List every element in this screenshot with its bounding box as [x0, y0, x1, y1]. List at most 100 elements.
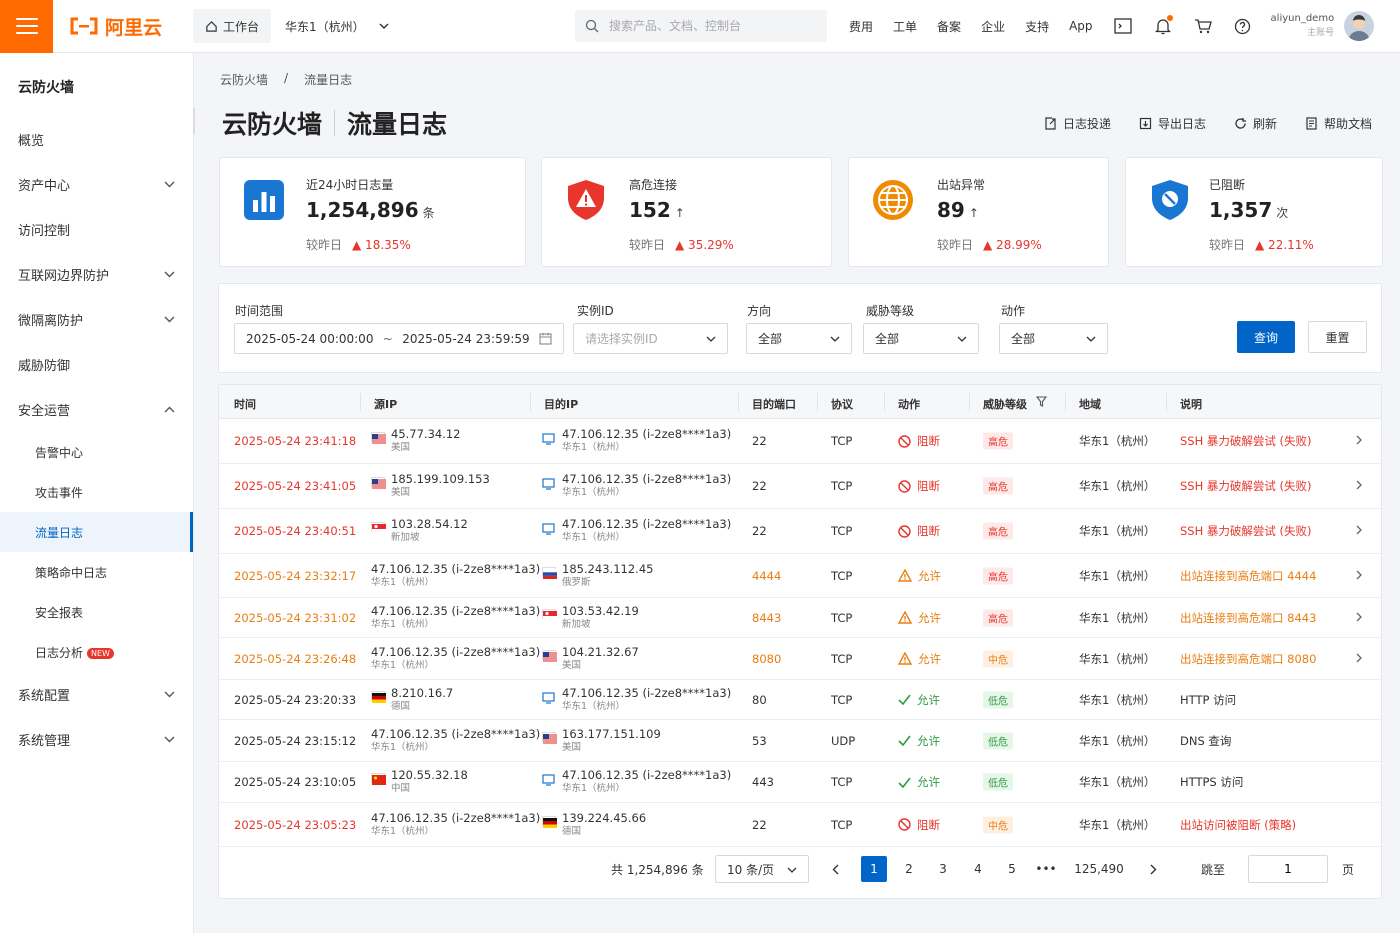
reset-button[interactable]: 重置 [1308, 321, 1367, 353]
table-row[interactable]: 2025-05-24 23:15:12 47.106.12.35 (i-2ze8*… [219, 720, 1381, 762]
expand-toggle [164, 732, 175, 747]
sidebar-item[interactable]: 日志分析 NEW [0, 632, 193, 672]
terminal-icon[interactable] [1111, 14, 1135, 38]
instance-select[interactable]: 请选择实例ID [573, 323, 728, 354]
help-icon[interactable] [1231, 14, 1255, 38]
notification-bell-icon[interactable] [1151, 14, 1175, 38]
top-nav-item[interactable]: 费用 [849, 18, 873, 35]
menu-icon[interactable] [0, 0, 53, 53]
sidebar-item[interactable]: 策略命中日志 [0, 552, 193, 592]
table-row[interactable]: 2025-05-24 23:41:05 185.199.109.153 美国 47.1… [219, 464, 1381, 509]
table-row[interactable]: 2025-05-24 23:20:33 8.210.16.7 德国 47.106.12… [219, 680, 1381, 720]
top-nav-item[interactable]: 支持 [1025, 18, 1049, 35]
instance-label: 实例ID [577, 304, 614, 318]
sidebar-item[interactable]: 安全报表 [0, 592, 193, 632]
protocol: TCP [831, 692, 853, 707]
page-number[interactable]: 4 [965, 856, 991, 882]
column-header: 目的端口 [752, 398, 796, 411]
block-icon [898, 434, 911, 448]
export-icon [1139, 117, 1152, 130]
chevron-right-icon[interactable] [1356, 569, 1363, 583]
prev-page-button[interactable] [823, 856, 847, 882]
aliyun-logo[interactable]: 阿里云 [69, 13, 183, 40]
header-actions: 日志投递 导出日志 刷新 帮助文档 [1044, 115, 1372, 132]
time-range-picker[interactable]: 2025-05-24 00:00:00 ~ 2025-05-24 23:59:5… [234, 323, 564, 354]
host-icon [542, 774, 555, 789]
shield-alert-icon [568, 180, 604, 220]
query-button[interactable]: 查询 [1237, 321, 1295, 353]
chevron-right-icon[interactable] [1356, 652, 1363, 666]
page-ellipsis[interactable]: ••• [1033, 856, 1059, 882]
sidebar-item[interactable]: 资产中心 [0, 162, 193, 207]
top-nav-item[interactable]: App [1069, 19, 1092, 33]
log-delivery-button[interactable]: 日志投递 [1044, 115, 1111, 132]
sidebar-item[interactable]: 安全运营 [0, 387, 193, 432]
page-size-select[interactable]: 10 条/页 [715, 855, 809, 883]
refresh-button[interactable]: 刷新 [1234, 115, 1277, 132]
chevron-right-icon[interactable] [1356, 479, 1363, 493]
sidebar-item[interactable]: 攻击事件 [0, 472, 193, 512]
table-row[interactable]: 2025-05-24 23:05:23 47.106.12.35 (i-2ze8*… [219, 803, 1381, 847]
card-unit: 次 [1276, 206, 1289, 220]
breadcrumb-item[interactable]: 流量日志 [304, 71, 352, 88]
column-header: 动作 [898, 398, 920, 411]
sidebar-item[interactable]: 流量日志 [0, 512, 193, 552]
log-time: 2025-05-24 23:10:05 [234, 775, 357, 789]
sidebar-item[interactable]: 概览 [0, 117, 193, 162]
sidebar-item[interactable]: 互联网边界防护 [0, 252, 193, 297]
table-row[interactable]: 2025-05-24 23:26:48 47.106.12.35 (i-2ze8*… [219, 638, 1381, 680]
workspace-button[interactable]: 工作台 [193, 9, 272, 43]
ip-location: 华东1（杭州） [371, 618, 435, 630]
export-log-button[interactable]: 导出日志 [1139, 115, 1206, 132]
sidebar-item[interactable]: 威胁防御 [0, 342, 193, 387]
protocol: TCP [831, 568, 853, 583]
page-number[interactable]: 1 [861, 856, 887, 882]
sidebar-item[interactable]: 系统配置 [0, 672, 193, 717]
action-status: 阻断 [898, 523, 940, 539]
threat-level-select[interactable]: 全部 [863, 323, 979, 354]
filter-icon[interactable] [1035, 396, 1048, 410]
source-ip: 103.28.54.12 新加坡 [371, 517, 468, 545]
sidebar-item[interactable]: 访问控制 [0, 207, 193, 252]
sidebar-item[interactable]: 告警中心 [0, 432, 193, 472]
column-divider [1065, 393, 1066, 411]
sidebar-item[interactable]: 微隔离防护 [0, 297, 193, 342]
avatar[interactable] [1344, 11, 1375, 41]
search-input[interactable] [609, 19, 810, 33]
sidebar-item[interactable]: 系统管理 [0, 717, 193, 762]
page-title-product: 云防火墙 [222, 110, 323, 139]
table-row[interactable]: 2025-05-24 23:10:05 120.55.32.18 中国 47.106.… [219, 762, 1381, 803]
chevron-right-icon[interactable] [1356, 434, 1363, 448]
direction-select[interactable]: 全部 [746, 323, 852, 354]
action-select[interactable]: 全部 [999, 323, 1108, 354]
chevron-right-icon[interactable] [1356, 611, 1363, 625]
top-nav-item[interactable]: 备案 [937, 18, 961, 35]
ip-location: 华东1（杭州） [371, 659, 435, 671]
breadcrumb-item[interactable]: 云防火墙 [220, 71, 268, 88]
protocol: TCP [831, 817, 853, 832]
chevron-right-icon[interactable] [1356, 524, 1363, 538]
table-row[interactable]: 2025-05-24 23:40:51 103.28.54.12 新加坡 47.106… [219, 509, 1381, 554]
table-row[interactable]: 2025-05-24 23:31:02 47.106.12.35 (i-2ze8*… [219, 598, 1381, 638]
page-number[interactable]: 3 [930, 856, 956, 882]
page-number[interactable]: 5 [999, 856, 1025, 882]
block-icon [898, 524, 911, 538]
action-label: 阻断 [917, 479, 940, 493]
goto-page-input[interactable] [1248, 855, 1328, 883]
next-page-button[interactable] [1141, 856, 1165, 882]
page-number[interactable]: 2 [896, 856, 922, 882]
action-label: 允许 [917, 775, 940, 789]
cart-icon[interactable] [1191, 14, 1215, 38]
table-row[interactable]: 2025-05-24 23:32:17 47.106.12.35 (i-2ze8*… [219, 554, 1381, 598]
help-doc-button[interactable]: 帮助文档 [1305, 115, 1372, 132]
column-header: 时间 [234, 398, 256, 411]
page-number-last[interactable]: 125,490 [1071, 856, 1127, 882]
top-nav-item[interactable]: 工单 [893, 18, 917, 35]
global-search[interactable] [575, 10, 828, 42]
threat-level: 低危 [983, 691, 1013, 708]
table-row[interactable]: 2025-05-24 23:41:18 45.77.34.12 美国 47.106.1… [219, 419, 1381, 464]
card-compare-label: 较昨日 [629, 238, 666, 252]
region-select[interactable]: 华东1（杭州） [285, 18, 405, 35]
top-nav-item[interactable]: 企业 [981, 18, 1005, 35]
user-info[interactable]: aliyun_demo 主账号 [1271, 12, 1335, 40]
